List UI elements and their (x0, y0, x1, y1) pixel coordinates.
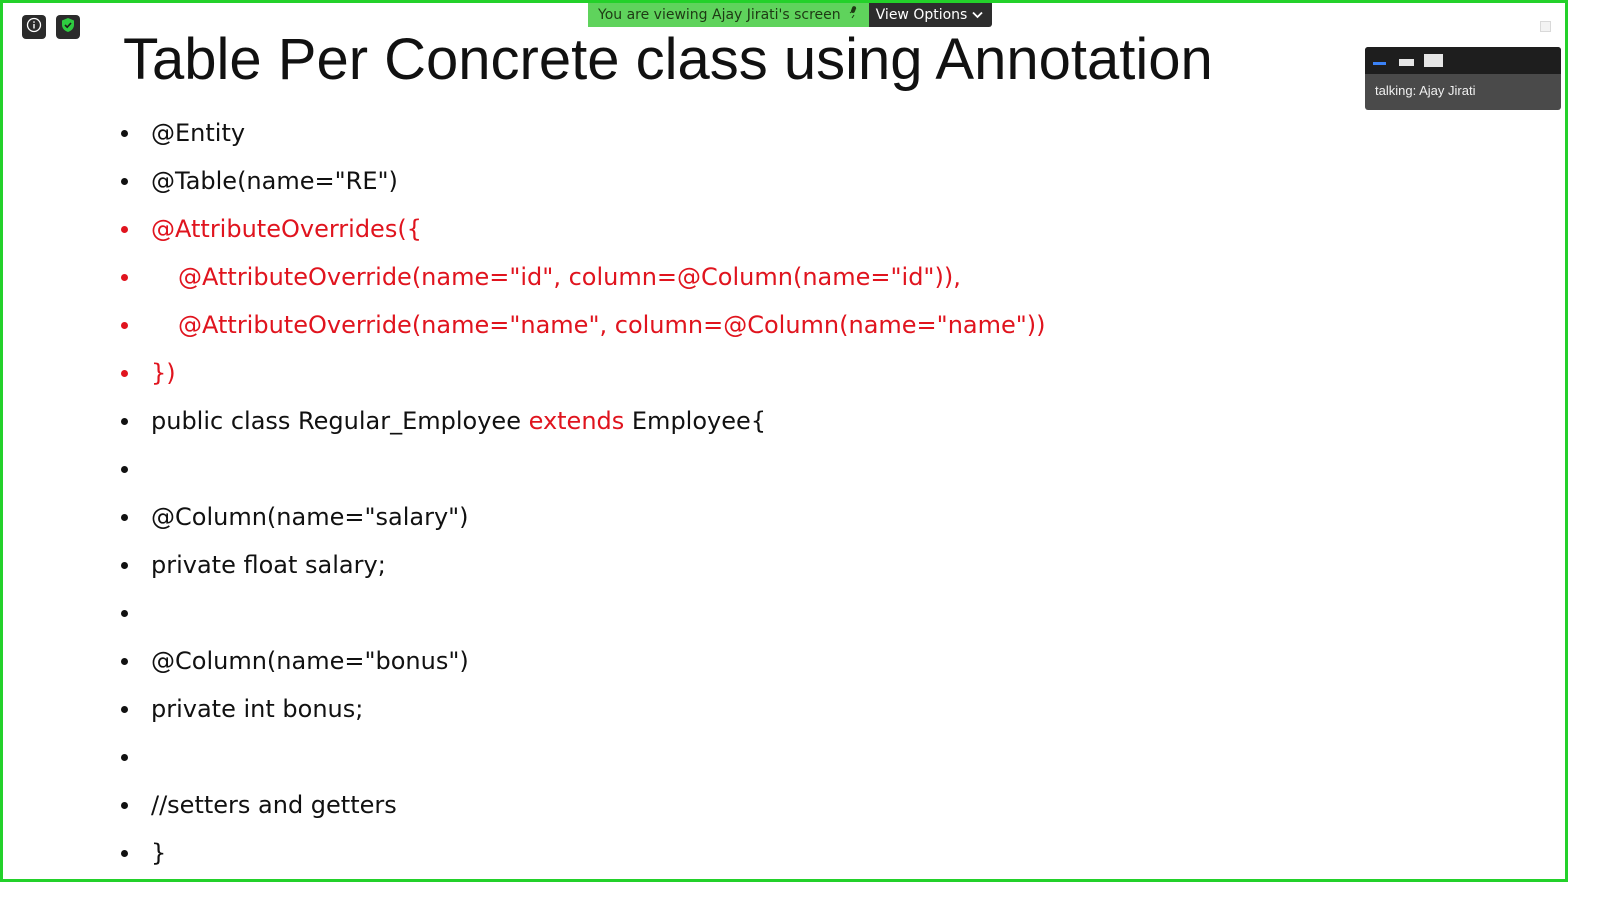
list-item: @Entity (121, 109, 1046, 157)
bullet-dot (121, 753, 128, 761)
code-line: @AttributeOverride(name="name", column=@… (178, 311, 1046, 339)
list-item: private float salary; (121, 541, 1046, 589)
list-item: public class Regular_Employee extends Em… (121, 397, 1046, 445)
list-item: @AttributeOverride(name="name", column=@… (121, 301, 1046, 349)
code-line: //setters and getters (151, 791, 397, 819)
code-line: public class Regular_Employee (151, 407, 529, 435)
share-status-text: You are viewing Ajay Jirati's screen (598, 7, 841, 23)
list-item: @AttributeOverride(name="id", column=@Co… (121, 253, 1046, 301)
code-line: @Column(name="salary") (151, 503, 469, 531)
slide-title: Table Per Concrete class using Annotatio… (123, 27, 1213, 92)
view-options-label: View Options (875, 7, 968, 23)
bullet-dot (121, 369, 128, 377)
code-line: } (151, 839, 167, 867)
minimize-panel-button[interactable] (1373, 62, 1386, 65)
bullet-dot (121, 177, 128, 185)
microphone-icon (847, 3, 859, 27)
list-item (121, 733, 1046, 781)
list-item: //setters and getters (121, 781, 1046, 829)
list-item: @Column(name="bonus") (121, 637, 1046, 685)
bullet-dot (121, 801, 128, 809)
code-line: Employee{ (624, 407, 767, 435)
extends-keyword: extends (528, 407, 625, 435)
bullet-dot (121, 849, 128, 857)
large-view-button[interactable] (1424, 54, 1443, 67)
code-line: private float salary; (151, 551, 386, 579)
talking-label: talking: (1375, 83, 1417, 98)
list-item (121, 445, 1046, 493)
screen-share-banner: You are viewing Ajay Jirati's screen Vie… (588, 3, 993, 27)
bullet-dot (121, 513, 128, 521)
list-item (121, 589, 1046, 637)
bullet-dot (121, 321, 128, 329)
code-line: @Column(name="bonus") (151, 647, 469, 675)
code-line: private int bonus; (151, 695, 364, 723)
talking-indicator: talking: Ajay Jirati (1365, 74, 1561, 98)
code-line: @AttributeOverride(name="id", column=@Co… (178, 263, 961, 291)
bullet-dot (121, 273, 128, 281)
bullet-dot (121, 225, 128, 233)
chevron-down-icon (972, 3, 983, 27)
info-icon (26, 17, 42, 37)
bullet-dot (121, 561, 128, 569)
active-speaker-panel: talking: Ajay Jirati (1365, 47, 1561, 110)
list-item: private int bonus; (121, 685, 1046, 733)
speaker-name: Ajay Jirati (1419, 83, 1476, 98)
bullet-dot (121, 609, 128, 617)
code-line: @Entity (151, 119, 246, 147)
meeting-info-button[interactable] (22, 15, 46, 39)
bullet-dot (121, 657, 128, 665)
code-bullet-list: @Entity @Table(name="RE") @AttributeOver… (121, 109, 1046, 877)
encryption-status-button[interactable] (56, 15, 80, 39)
code-line: @AttributeOverrides({ (151, 215, 422, 243)
view-options-button[interactable]: View Options (868, 3, 993, 27)
bullet-dot (121, 465, 128, 473)
bullet-dot (121, 705, 128, 713)
list-item: @Column(name="salary") (121, 493, 1046, 541)
code-line: }) (151, 359, 176, 387)
bullet-dot (121, 417, 128, 425)
list-item: }) (121, 349, 1046, 397)
shared-screen-frame: You are viewing Ajay Jirati's screen Vie… (0, 0, 1568, 882)
window-margin-bottom (0, 882, 1600, 900)
list-item: } (121, 829, 1046, 877)
panel-toolbar (1365, 47, 1561, 74)
shield-check-icon (60, 17, 76, 37)
share-status: You are viewing Ajay Jirati's screen (588, 3, 869, 27)
bullet-dot (121, 129, 128, 137)
standard-view-button[interactable] (1399, 59, 1414, 66)
restore-view-button[interactable] (1540, 21, 1551, 32)
code-line: @Table(name="RE") (151, 167, 398, 195)
list-item: @Table(name="RE") (121, 157, 1046, 205)
window-margin-right (1568, 0, 1600, 900)
list-item: @AttributeOverrides({ (121, 205, 1046, 253)
